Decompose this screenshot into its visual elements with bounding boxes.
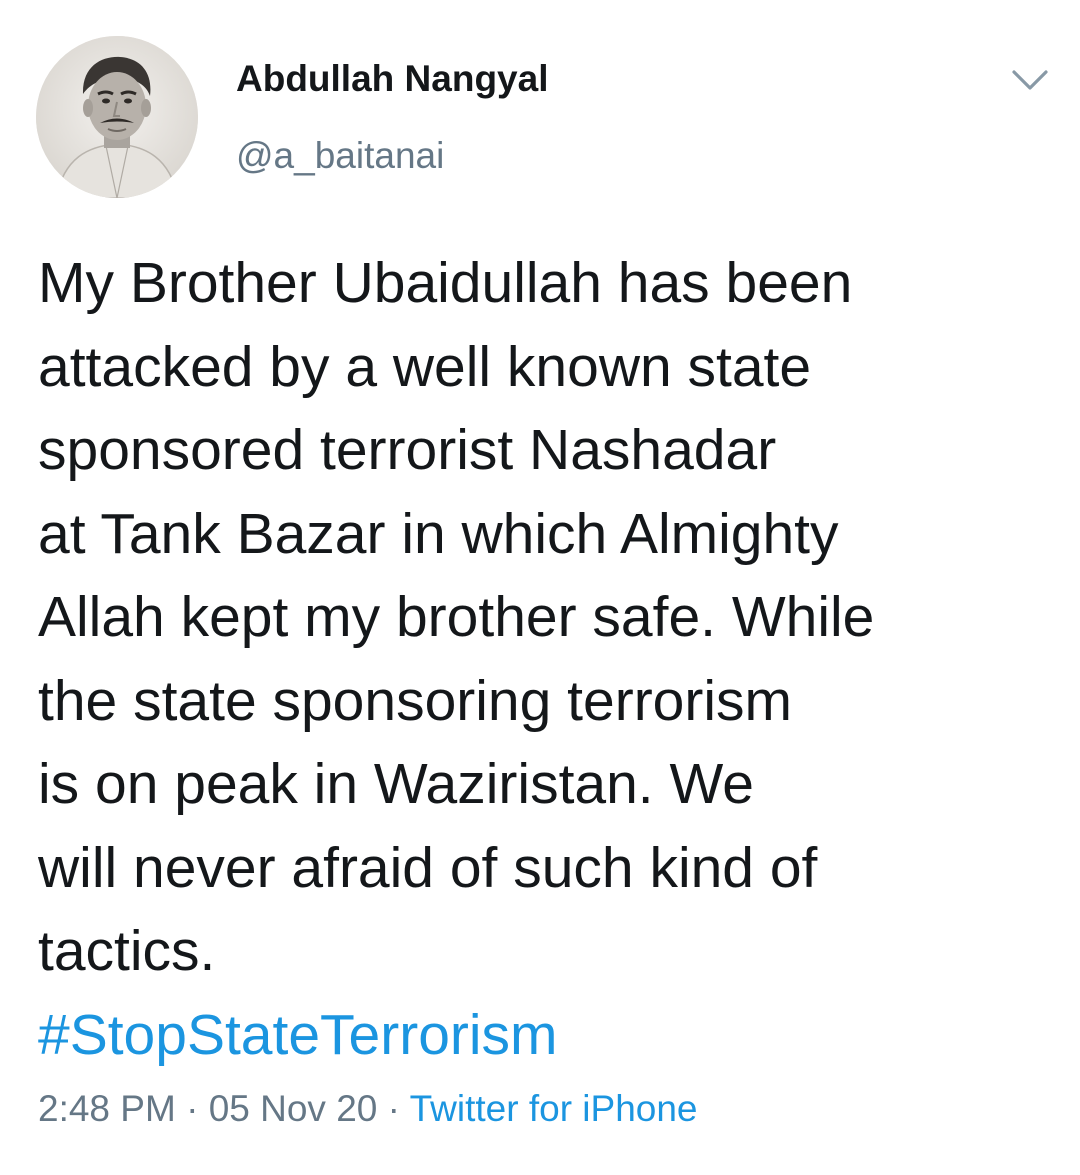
meta-separator: · <box>387 1088 400 1129</box>
tweet-menu-button[interactable] <box>1008 64 1052 98</box>
author-display-name[interactable]: Abdullah Nangyal <box>236 58 548 100</box>
tweet-date[interactable]: 05 Nov 20 <box>209 1088 378 1129</box>
tweet-text-line: the state sponsoring terrorism <box>38 668 792 733</box>
meta-separator: · <box>186 1088 199 1129</box>
hashtag-link[interactable]: #StopStateTerrorism <box>38 994 1048 1078</box>
author-handle[interactable]: @a_baitanai <box>236 135 444 177</box>
tweet-metadata: 2:48 PM · 05 Nov 20 · Twitter for iPhone <box>38 1088 698 1130</box>
tweet-text-line: tactics. <box>38 919 216 983</box>
tweet-source-link[interactable]: Twitter for iPhone <box>410 1088 698 1129</box>
tweet-text-line: is on peak in Waziristan. We <box>38 752 754 816</box>
tweet-text-line: attacked by a well known state <box>38 334 812 399</box>
tweet: Abdullah Nangyal @a_baitanai My Brother … <box>0 0 1080 1175</box>
tweet-time[interactable]: 2:48 PM <box>38 1088 176 1129</box>
tweet-text-line: at Tank Bazar in which Almighty <box>38 501 839 566</box>
tweet-text-line: sponsored terrorist Nashadar <box>38 418 777 482</box>
tweet-text-line: will never afraid of such kind of <box>38 835 818 900</box>
profile-photo <box>36 36 198 198</box>
chevron-down-icon <box>1012 70 1048 90</box>
tweet-text-line: My Brother Ubaidullah has been <box>38 251 853 315</box>
tweet-text-line: Allah kept my brother safe. While <box>38 585 875 649</box>
avatar[interactable] <box>36 36 198 198</box>
tweet-text: My Brother Ubaidullah has been attacked … <box>38 242 1048 1077</box>
